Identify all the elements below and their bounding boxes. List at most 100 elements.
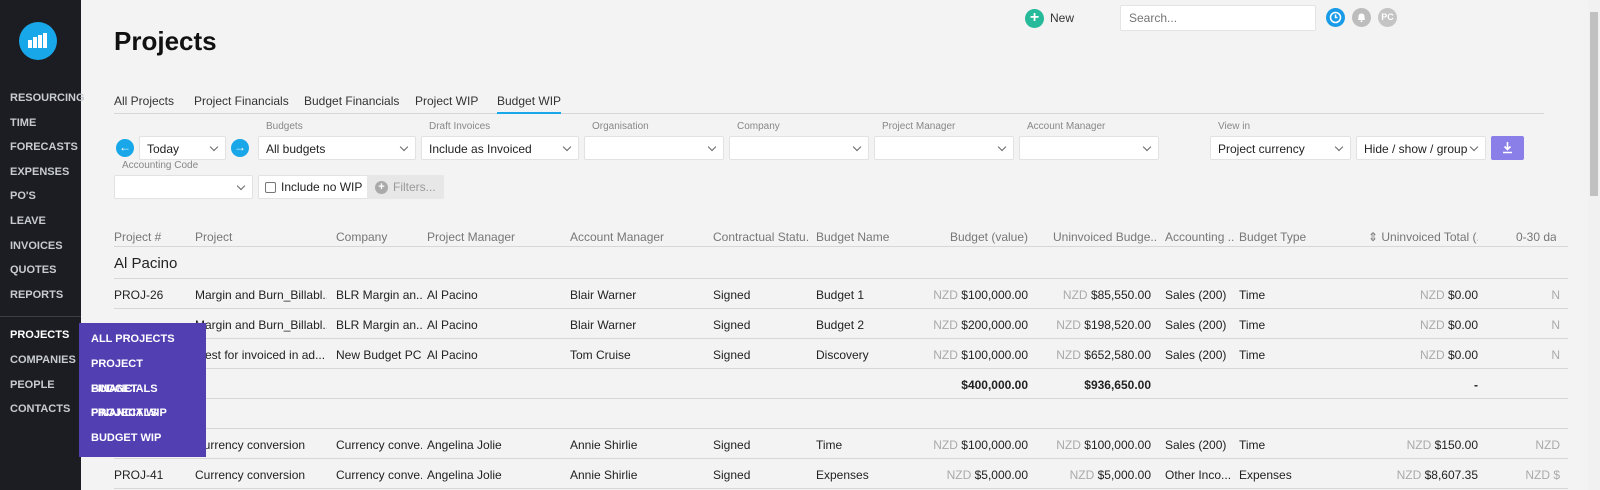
next-date-button[interactable]: → [231, 139, 249, 157]
nav-invoices[interactable]: INVOICES [0, 234, 81, 259]
draft-invoices-value: Include as Invoiced [429, 142, 532, 156]
download-button[interactable] [1491, 136, 1524, 160]
nav-leave[interactable]: LEAVE [0, 209, 81, 234]
amount: $0.00 [1447, 318, 1478, 332]
scrollbar-thumb[interactable] [1590, 12, 1598, 196]
nav-contacts[interactable]: CONTACTS [0, 397, 81, 422]
col-budget-type[interactable]: Budget Type [1239, 230, 1319, 244]
chevron-down-icon [562, 142, 572, 152]
nav-companies[interactable]: COMPANIES [0, 348, 81, 373]
cell-uninvoiced-budget: NZD $100,000.00 [1053, 438, 1151, 452]
col-budget-value[interactable]: Budget (value) [924, 230, 1028, 244]
currency-code: NZD [933, 438, 958, 452]
flyout-project-financials[interactable]: PROJECT FINANCIALS [79, 352, 206, 395]
tab-all-projects[interactable]: All Projects [114, 94, 174, 114]
cell-project[interactable]: Currency conversion [195, 438, 327, 452]
new-button[interactable]: + New [1025, 8, 1074, 28]
clock-icon[interactable] [1326, 8, 1345, 27]
amount: $652,580.00 [1084, 348, 1151, 362]
previous-date-button[interactable]: ← [116, 139, 134, 157]
flyout-project-wip[interactable]: PROJECT WIP [79, 401, 206, 426]
cell-project[interactable]: Margin and Burn_Billabl... [195, 288, 327, 302]
cell-project[interactable]: Margin and Burn_Billabl... [195, 318, 327, 332]
tab-project-wip[interactable]: Project WIP [415, 94, 478, 114]
table-row[interactable]: PROJ-26 Margin and Burn_Billabl... BLR Mar… [114, 279, 1568, 309]
col-company[interactable]: Company [336, 230, 421, 244]
account-manager-select[interactable]: Account Manager [1019, 121, 1159, 160]
col-project[interactable]: Project [195, 230, 325, 244]
cell-account-manager: Annie Shirlie [570, 468, 638, 482]
search-input[interactable] [1120, 5, 1316, 31]
view-in-select[interactable]: View in Project currency [1210, 121, 1351, 160]
flyout-all-projects[interactable]: ALL PROJECTS [79, 327, 206, 352]
col-project-manager[interactable]: Project Manager [427, 230, 562, 244]
amount: $5,000.00 [1097, 468, 1151, 482]
amount: $150.00 [1434, 438, 1478, 452]
nav-time[interactable]: TIME [0, 111, 81, 136]
currency-code: NZD [1406, 438, 1432, 452]
nav-resourcing[interactable]: RESOURCING [0, 86, 85, 111]
tab-budget-financials[interactable]: Budget Financials [304, 94, 399, 114]
accounting-code-select[interactable]: Accounting Code [114, 160, 253, 199]
budgets-select[interactable]: Budgets All budgets [258, 121, 416, 160]
cell-company: New Budget PC2 [336, 348, 422, 362]
cell-project-num[interactable]: PROJ-26 [114, 288, 184, 302]
checkbox-box[interactable] [265, 181, 276, 193]
col-0-30-days[interactable]: 0-30 day [1516, 230, 1556, 244]
cell-project-manager: Al Pacino [427, 348, 478, 362]
draft-invoices-select[interactable]: Draft Invoices Include as Invoiced [421, 121, 579, 160]
tab-budget-wip[interactable]: Budget WIP [497, 94, 562, 114]
table-row[interactable]: PROJ-41Currency conversionCurrency conve… [114, 429, 1568, 459]
currency-code: NZD [1056, 348, 1081, 362]
flyout-budget-wip[interactable]: BUDGET WIP [79, 426, 206, 451]
nav-people[interactable]: PEOPLE [0, 373, 81, 398]
nav-expenses[interactable]: EXPENSES [0, 160, 81, 185]
table-row[interactable]: Margin and Burn_Billabl... BLR Margin an.… [114, 309, 1568, 339]
cell-project[interactable]: etest for invoiced in ad... [195, 348, 327, 362]
cell-project-manager: Al Pacino [427, 288, 478, 302]
cell-budget-value: NZD $100,000.00 [924, 348, 1028, 362]
app-logo[interactable] [19, 22, 57, 60]
col-uninvoiced-total[interactable]: ⇕ Uninvoiced Total (... [1368, 230, 1478, 244]
tab-project-financials[interactable]: Project Financials [194, 94, 289, 114]
col-uninvoiced-budget[interactable]: Uninvoiced Budge... [1053, 230, 1158, 244]
col-project-num[interactable]: Project # [114, 230, 184, 244]
date-select[interactable]: Today [139, 136, 226, 160]
amount: $0.00 [1447, 288, 1478, 302]
col-account-manager[interactable]: Account Manager [570, 230, 705, 244]
nav-quotes[interactable]: QUOTES [0, 258, 81, 283]
include-no-wip-checkbox[interactable]: Include no WIP [258, 175, 370, 199]
nav-forecasts[interactable]: FORECASTS [0, 135, 81, 160]
avatar[interactable]: PC [1378, 8, 1397, 27]
cell-project[interactable]: Currency conversion [195, 468, 327, 482]
topbar: + New PC [1025, 0, 1490, 34]
cell-company: BLR Margin an... [336, 288, 422, 302]
cell-project-num[interactable]: PROJ-41 [114, 468, 184, 482]
table-row[interactable]: PROJ-41 Currency conversion Currency conve… [114, 459, 1568, 489]
currency-code: NZD [1419, 288, 1445, 302]
vertical-scrollbar[interactable] [1588, 0, 1600, 490]
cell-budget-value: NZD $100,000.00 [924, 288, 1028, 302]
cell-uninvoiced-total: NZD $0.00 [1368, 288, 1478, 302]
col-accounting[interactable]: Accounting ... [1165, 230, 1235, 244]
table-row[interactable]: etest for invoiced in ad... New Budget PC… [114, 339, 1568, 369]
company-select[interactable]: Company [729, 121, 869, 160]
hide-show-group-select[interactable]: Hide / show / group [1356, 136, 1486, 160]
organisation-select[interactable]: Organisation [584, 121, 724, 160]
bell-icon[interactable] [1352, 8, 1371, 27]
nav-pos[interactable]: PO'S [0, 184, 81, 209]
cell-company: Currency conve... [336, 468, 422, 482]
cell-status: Signed [713, 438, 751, 452]
amount: $200,000.00 [961, 318, 1028, 332]
nav-reports[interactable]: REPORTS [0, 283, 81, 308]
filters-button[interactable]: + Filters... [367, 175, 444, 199]
main-content: Projects + New PC All Projects Project F… [81, 0, 1600, 490]
nav-projects[interactable]: PROJECTS [0, 323, 81, 348]
chevron-down-icon [209, 142, 219, 152]
currency-code: NZD [1396, 468, 1422, 482]
table-header: Project # Project Company Project Manage… [114, 228, 1568, 247]
col-budget-name[interactable]: Budget Name [816, 230, 916, 244]
col-contractual-status[interactable]: Contractual Statu... [713, 230, 809, 244]
project-manager-select[interactable]: Project Manager [874, 121, 1014, 160]
amount: $8,607.35 [1424, 468, 1478, 482]
